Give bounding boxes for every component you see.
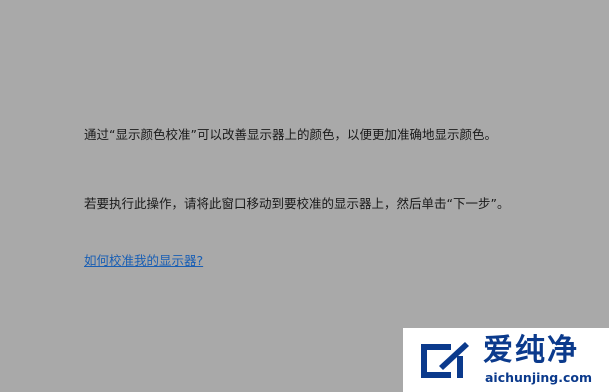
watermark-url: aichunjing.com — [485, 370, 593, 385]
site-logo-icon — [421, 342, 469, 378]
instruction-text: 若要执行此操作，请将此窗口移动到要校准的显示器上，然后单击“下一步”。 — [84, 196, 510, 211]
help-link[interactable]: 如何校准我的显示器? — [84, 253, 203, 269]
watermark: 爱纯净 aichunjing.com — [403, 328, 609, 392]
intro-text: 通过“显示颜色校准”可以改善显示器上的颜色，以便更加准确地显示颜色。 — [84, 127, 497, 142]
watermark-title: 爱纯净 — [483, 333, 579, 368]
